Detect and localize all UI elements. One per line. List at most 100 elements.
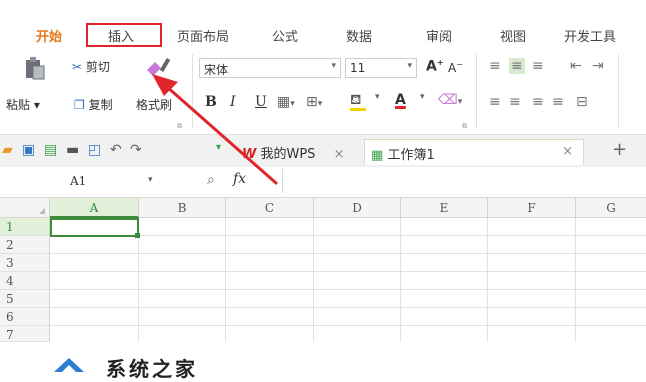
- undo-icon[interactable]: ↶: [110, 142, 122, 158]
- customize-chevron-icon[interactable]: ▾: [216, 142, 221, 153]
- align-bottom-button[interactable]: ≡: [532, 58, 544, 74]
- grow-font-button[interactable]: A+: [426, 58, 444, 75]
- tab-workbook1[interactable]: ▦ 工作簿1 ×: [364, 139, 584, 165]
- indent-increase-button[interactable]: ⇥: [592, 58, 604, 74]
- align-center-button[interactable]: ≡: [509, 94, 521, 110]
- align-center-icon: ≡: [509, 94, 521, 110]
- formula-input[interactable]: [282, 169, 646, 193]
- column-header[interactable]: A: [50, 198, 139, 218]
- column-header[interactable]: D: [314, 198, 401, 218]
- column-header[interactable]: G: [576, 198, 646, 218]
- align-top-icon: ≡: [489, 58, 501, 74]
- new-tab-button[interactable]: +: [612, 139, 627, 160]
- distribute-button[interactable]: ⊟: [576, 94, 588, 110]
- align-middle-button[interactable]: ≡: [509, 58, 525, 74]
- active-cell-a1[interactable]: [50, 218, 139, 237]
- tab-formulas[interactable]: 公式: [272, 26, 298, 45]
- scissors-icon: ✂: [72, 60, 83, 74]
- gridline: [50, 289, 646, 290]
- border-icon: ▦: [277, 94, 291, 110]
- print-icon[interactable]: ▬: [66, 142, 79, 158]
- name-box[interactable]: A1 ▾: [0, 171, 162, 193]
- align-middle-icon: ≡: [511, 58, 523, 74]
- redo-icon[interactable]: ↷: [130, 142, 142, 158]
- cut-button[interactable]: ✂ 剪切: [72, 58, 110, 75]
- font-launcher-icon[interactable]: ⧉: [462, 122, 467, 131]
- bold-button[interactable]: B: [205, 94, 217, 110]
- underline-button[interactable]: U: [255, 94, 267, 110]
- save-icon[interactable]: ▣: [22, 142, 35, 158]
- zoom-search-icon[interactable]: ⌕: [207, 172, 215, 188]
- gridline: [50, 253, 646, 254]
- chevron-down-icon[interactable]: ▾: [420, 92, 425, 102]
- close-tab-icon[interactable]: ×: [334, 147, 345, 162]
- shrink-font-button[interactable]: A−: [448, 60, 463, 75]
- chevron-down-icon: ▾: [331, 61, 336, 71]
- indent-decrease-icon: ⇤: [570, 58, 582, 74]
- row-header[interactable]: 2: [0, 236, 50, 254]
- row-header[interactable]: 1: [0, 218, 50, 236]
- column-header[interactable]: C: [226, 198, 314, 218]
- cell-reference: A1: [70, 174, 87, 188]
- row-header[interactable]: 6: [0, 308, 50, 326]
- spreadsheet-grid: ◢ A B C D E F G 1 2 3 4 5 6 7: [0, 198, 646, 370]
- tab-home[interactable]: 开始: [36, 26, 62, 45]
- watermark-text: 系统之家: [106, 357, 198, 381]
- gridline: [575, 218, 576, 342]
- merge-cells-icon: ⊞: [306, 94, 318, 110]
- tab-review[interactable]: 审阅: [426, 26, 452, 45]
- font-color-button[interactable]: A: [395, 92, 406, 108]
- column-header[interactable]: F: [488, 198, 576, 218]
- formula-bar: A1 ▾ ⌕ fx: [0, 167, 646, 198]
- align-right-icon: ≡: [532, 94, 544, 110]
- tab-page-layout[interactable]: 页面布局: [177, 26, 229, 45]
- tab-my-wps[interactable]: W 我的WPS ×: [236, 139, 350, 165]
- tab-developer[interactable]: 开发工具: [564, 26, 616, 45]
- format-painter-button[interactable]: 格式刷: [136, 96, 172, 113]
- print-preview-icon[interactable]: ◰: [88, 142, 101, 158]
- row-header[interactable]: 4: [0, 272, 50, 290]
- align-top-button[interactable]: ≡: [489, 58, 501, 74]
- paste-button[interactable]: 粘贴 ▾: [6, 96, 40, 113]
- paste-icon[interactable]: [24, 56, 46, 83]
- gridline: [50, 271, 646, 272]
- row-header[interactable]: 5: [0, 290, 50, 308]
- chevron-down-icon: ▾: [407, 61, 412, 71]
- close-tab-icon[interactable]: ×: [562, 144, 573, 159]
- gridline: [487, 218, 488, 342]
- chevron-down-icon: ▾: [148, 175, 153, 185]
- quick-access-bar: ▰ ▣ ▤ ▬ ◰ ↶ ↷ ▾ W 我的WPS × ▦ 工作簿1 × +: [0, 134, 646, 168]
- column-header[interactable]: E: [401, 198, 488, 218]
- font-name-combo[interactable]: 宋体 ▾: [199, 58, 341, 78]
- fill-color-button[interactable]: ⛾: [350, 92, 366, 111]
- format-painter-icon[interactable]: [143, 56, 177, 83]
- clear-format-button[interactable]: ⌫▾: [438, 92, 462, 108]
- fill-handle[interactable]: [135, 233, 140, 238]
- tab-data[interactable]: 数据: [346, 26, 372, 45]
- select-all-corner[interactable]: ◢: [0, 198, 50, 218]
- border-button[interactable]: ▦▾: [277, 94, 295, 110]
- ribbon-home: 粘贴 ▾ ✂ 剪切 ❐ 复制 格式刷 ⧉ 宋体 ▾ 11 ▾ A+ A− B I U…: [0, 48, 646, 134]
- clipboard-launcher-icon[interactable]: ⧉: [177, 122, 182, 131]
- ribbon-separator: [618, 54, 619, 128]
- watermark-logo-icon: [54, 356, 84, 375]
- align-left-button[interactable]: ≡: [489, 94, 501, 110]
- justify-button[interactable]: ≡: [552, 94, 564, 110]
- column-header[interactable]: B: [139, 198, 226, 218]
- wps-logo-icon: W: [242, 147, 257, 162]
- chevron-down-icon[interactable]: ▾: [375, 92, 380, 102]
- font-size-combo[interactable]: 11 ▾: [345, 58, 417, 78]
- row-header[interactable]: 3: [0, 254, 50, 272]
- tab-view[interactable]: 视图: [500, 26, 526, 45]
- gridline: [50, 325, 646, 326]
- fx-button[interactable]: fx: [233, 171, 246, 187]
- open-folder-icon[interactable]: ▰: [2, 142, 13, 158]
- justify-icon: ≡: [552, 94, 564, 110]
- align-right-button[interactable]: ≡: [532, 94, 544, 110]
- copy-button[interactable]: ❐ 复制: [74, 96, 113, 113]
- row-header[interactable]: 7: [0, 326, 50, 342]
- export-pdf-icon[interactable]: ▤: [44, 142, 57, 158]
- merge-button[interactable]: ⊞▾: [306, 94, 322, 110]
- indent-decrease-button[interactable]: ⇤: [570, 58, 582, 74]
- italic-button[interactable]: I: [230, 94, 236, 110]
